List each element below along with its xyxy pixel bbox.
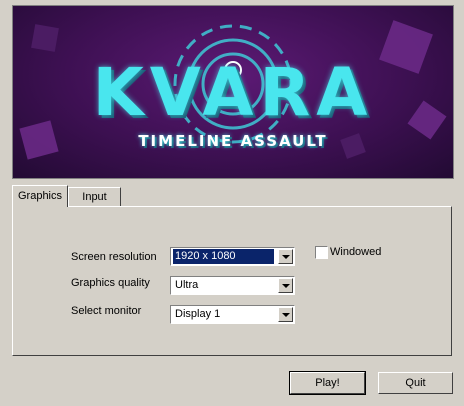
quit-button[interactable]: Quit bbox=[378, 372, 453, 394]
tab-input[interactable]: Input bbox=[68, 187, 121, 206]
play-button[interactable]: Play! bbox=[289, 371, 366, 395]
game-logo-subtitle: TIMELINE ASSAULT bbox=[138, 132, 328, 150]
game-logo-title: KVARA bbox=[92, 54, 374, 131]
tab-graphics[interactable]: Graphics bbox=[12, 185, 68, 207]
game-banner: KVARA TIMELINE ASSAULT bbox=[12, 5, 454, 179]
graphics-settings-panel bbox=[12, 206, 452, 356]
